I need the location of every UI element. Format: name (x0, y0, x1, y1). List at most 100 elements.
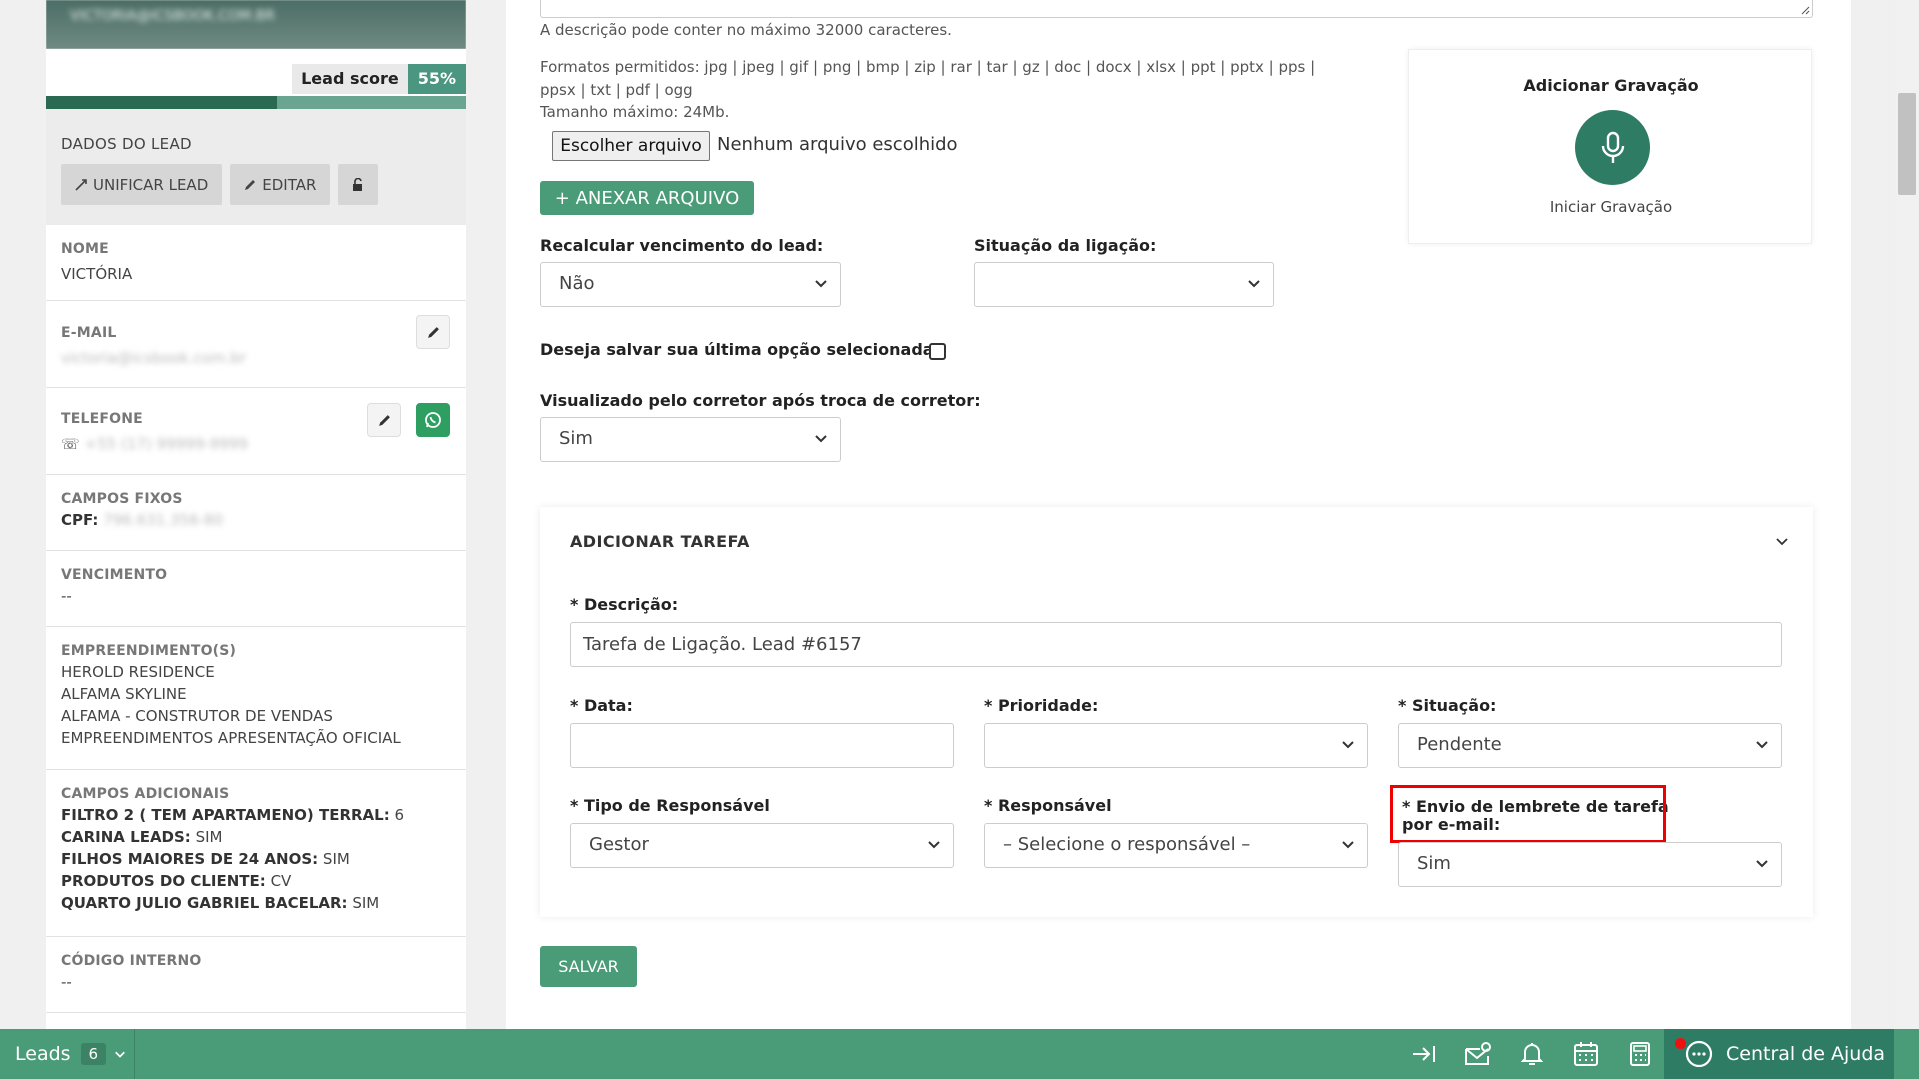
chevron-down-icon (1342, 741, 1354, 749)
tarefa-situacao-select[interactable]: Pendente (1398, 723, 1782, 768)
microphone-icon (1601, 131, 1624, 163)
email-label: E-MAIL (61, 325, 117, 341)
email-value: victoria@icsbook.com.br (61, 349, 246, 367)
campo-adicional-row: PRODUTOS DO CLIENTE: CV (61, 870, 451, 892)
cpf-key: CPF: (61, 511, 99, 529)
tarefa-situacao-label: * Situação: (1398, 696, 1497, 715)
visualizado-value: Sim (559, 428, 593, 449)
calendar-button[interactable] (1572, 1040, 1600, 1068)
mail-settings-button[interactable] (1464, 1040, 1492, 1068)
editar-button[interactable]: EDITAR (230, 164, 331, 205)
tamanho-maximo-text: Tamanho máximo: 24Mb. (540, 103, 730, 121)
leads-count-badge: 6 (80, 1043, 107, 1065)
lead-score: Lead score 55% (292, 64, 466, 94)
pencil-icon (245, 179, 256, 190)
notifications-button[interactable] (1518, 1040, 1546, 1068)
campo-value: SIM (322, 850, 350, 868)
bell-icon (1521, 1043, 1543, 1065)
campo-value: 6 (394, 806, 405, 824)
leads-tab[interactable]: Leads 6 (0, 1029, 135, 1079)
central-de-ajuda-label: Central de Ajuda (1726, 1043, 1886, 1065)
lead-score-value: 55% (407, 64, 466, 94)
campos-adicionais-section: CAMPOS ADICIONAIS FILTRO 2 ( TEM APARTAM… (46, 770, 466, 937)
formatos-permitidos-text-2: ppsx | txt | pdf | ogg (540, 81, 693, 99)
mail-gear-icon (1465, 1042, 1491, 1065)
visualizado-select[interactable]: Sim (540, 417, 841, 462)
tarefa-data-input[interactable] (570, 723, 954, 768)
collapse-button[interactable] (1410, 1040, 1438, 1068)
whatsapp-button[interactable] (416, 403, 450, 437)
tarefa-descricao-input[interactable]: Tarefa de Ligação. Lead #6157 (570, 622, 1782, 667)
adicionar-tarefa-panel: ADICIONAR TAREFA * Descrição: Tarefa de … (540, 507, 1813, 917)
calculator-icon (1630, 1042, 1650, 1066)
recalcular-select[interactable]: Não (540, 262, 841, 307)
salvar-opcao-checkbox[interactable] (929, 343, 946, 360)
tipo-responsavel-value: Gestor (589, 834, 649, 855)
campo-key: FILHOS MAIORES DE 24 ANOS: (61, 850, 319, 868)
calculator-button[interactable] (1626, 1040, 1654, 1068)
iniciar-gravacao-label[interactable]: Iniciar Gravação (1409, 198, 1813, 216)
lead-score-row: Lead score 55% (46, 49, 466, 94)
vencimento-label: VENCIMENTO (61, 567, 168, 583)
scrollbar-thumb[interactable] (1898, 93, 1916, 195)
empreendimento-item: EMPREENDIMENTOS APRESENTAÇÃO OFICIAL (61, 729, 401, 747)
phone-icon: ☏ (61, 435, 80, 453)
salvar-button[interactable]: SALVAR (540, 946, 637, 987)
chevron-down-icon (1342, 841, 1354, 849)
tarefa-prioridade-label: * Prioridade: (984, 696, 1099, 715)
situacao-ligacao-select[interactable] (974, 262, 1274, 307)
chevron-down-icon (1756, 860, 1768, 868)
salvar-opcao-label: Deseja salvar sua última opção seleciona… (540, 340, 940, 359)
campo-adicional-row: FILTRO 2 ( TEM APARTAMENO) TERRAL: 6 (61, 804, 451, 826)
responsavel-select[interactable]: – Selecione o responsável – (984, 823, 1368, 868)
responsavel-label: * Responsável (984, 796, 1112, 815)
campo-adicional-row: FILHOS MAIORES DE 24 ANOS: SIM (61, 848, 451, 870)
edit-telefone-button[interactable] (367, 403, 401, 437)
whatsapp-icon (425, 412, 441, 428)
telefone-value: +55 (17) 99999-9999 (84, 435, 248, 453)
campo-key: QUARTO JULIO GABRIEL BACELAR: (61, 894, 348, 912)
notification-dot (1675, 1038, 1686, 1049)
tarefa-prioridade-select[interactable] (984, 723, 1368, 768)
chevron-down-icon (1756, 741, 1768, 749)
anexar-arquivo-button[interactable]: + ANEXAR ARQUIVO (540, 181, 754, 215)
campo-adicional-row: CARINA LEADS: SIM (61, 826, 451, 848)
tarefa-situacao-value: Pendente (1417, 734, 1502, 755)
tipo-responsavel-select[interactable]: Gestor (570, 823, 954, 868)
escolher-arquivo-button[interactable]: Escolher arquivo (552, 131, 710, 161)
campo-value: SIM (352, 894, 380, 912)
chevron-down-icon (115, 1051, 125, 1058)
recalcular-value: Não (559, 273, 595, 294)
central-de-ajuda-button[interactable]: Central de Ajuda (1664, 1029, 1894, 1079)
chevron-down-icon (1248, 280, 1260, 288)
codigo-interno-section: CÓDIGO INTERNO -- (46, 937, 466, 1013)
unlock-icon (353, 177, 363, 191)
gravacao-title: Adicionar Gravação (1523, 76, 1699, 95)
empreendimentos-list: HEROLD RESIDENCE ALFAMA SKYLINE ALFAMA -… (61, 661, 451, 749)
campos-fixos-label: CAMPOS FIXOS (61, 491, 183, 507)
record-button[interactable] (1575, 110, 1650, 185)
chevron-down-icon[interactable] (1775, 534, 1789, 548)
page-scrollbar[interactable] (1895, 0, 1919, 1029)
envio-lembrete-select[interactable]: Sim (1398, 842, 1782, 887)
dados-title: DADOS DO LEAD (61, 135, 192, 153)
codigo-interno-value: -- (61, 973, 72, 991)
pencil-icon (378, 414, 390, 426)
cpf-row: CPF: 796.631.356-80 (61, 509, 451, 531)
visualizado-label: Visualizado pelo corretor após troca de … (540, 391, 981, 410)
campos-adicionais-list: FILTRO 2 ( TEM APARTAMENO) TERRAL: 6 CAR… (61, 804, 451, 914)
campo-value: SIM (195, 828, 223, 846)
unificar-lead-button[interactable]: UNIFICAR LEAD (61, 164, 223, 205)
campo-value: CV (270, 872, 292, 890)
edit-email-button[interactable] (416, 315, 450, 349)
lead-score-label: Lead score (292, 64, 408, 94)
situacao-ligacao-label: Situação da ligação: (974, 236, 1157, 255)
descricao-textarea[interactable] (540, 0, 1813, 18)
unlock-button[interactable] (338, 164, 379, 205)
campo-key: PRODUTOS DO CLIENTE: (61, 872, 266, 890)
unificar-lead-label: UNIFICAR LEAD (93, 175, 209, 194)
recalcular-label: Recalcular vencimento do lead: (540, 236, 824, 255)
chat-bubble-icon (1685, 1040, 1713, 1068)
tarefa-descricao-label: * Descrição: (570, 595, 679, 614)
merge-icon (75, 178, 87, 191)
